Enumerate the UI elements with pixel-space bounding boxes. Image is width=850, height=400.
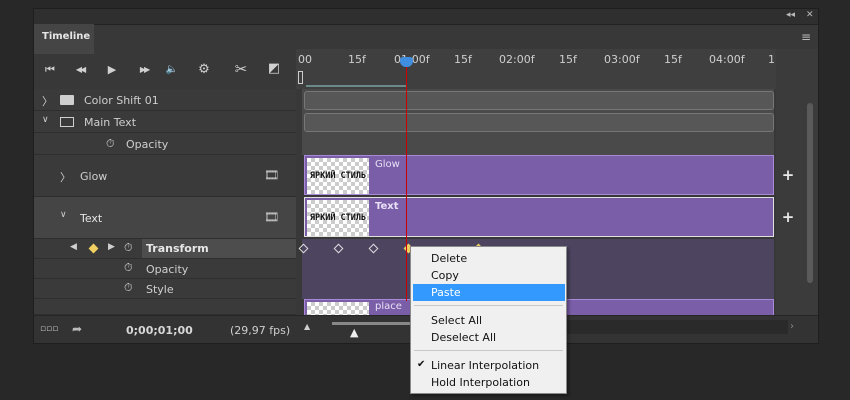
- property-name: Style: [146, 283, 174, 296]
- frame-rate: (29,97 fps): [230, 324, 291, 337]
- zoom-out-icon[interactable]: ▲: [304, 322, 310, 331]
- track-lane: [302, 133, 774, 155]
- ruler-tick: 00: [298, 53, 312, 66]
- stopwatch-icon[interactable]: ⏱: [124, 241, 133, 255]
- menu-item-hold-interpolation[interactable]: Hold Interpolation: [411, 374, 566, 391]
- clip-text[interactable]: ЯРКИЙ СТИЛЬ Text: [304, 197, 774, 237]
- frames-view-icon[interactable]: ▫▫▫: [40, 324, 58, 334]
- split-scissors-icon[interactable]: ✂: [231, 60, 251, 78]
- play-button[interactable]: ▶: [102, 61, 122, 79]
- next-keyframe-icon[interactable]: ▶: [108, 242, 115, 252]
- group-bar-main-text[interactable]: [304, 113, 774, 132]
- layer-row-color-shift[interactable]: 〉 Color Shift 01: [34, 89, 296, 111]
- folder-icon: [60, 95, 74, 105]
- transition-icon[interactable]: ◩: [264, 60, 284, 78]
- playhead-line[interactable]: [406, 61, 407, 301]
- clip-thumbnail: ЯРКИЙ СТИЛЬ: [307, 200, 369, 236]
- folder-open-icon: [60, 117, 74, 127]
- menu-item-delete[interactable]: Delete: [411, 250, 566, 267]
- clip-label: Text: [375, 201, 399, 212]
- vertical-scrollbar[interactable]: [807, 103, 813, 283]
- layer-row-glow[interactable]: 〉 Glow 🎞: [34, 155, 296, 197]
- clip-thumbnail: ЯРКИЙ СТИЛЬ: [307, 158, 369, 194]
- stopwatch-icon[interactable]: ⏱: [124, 261, 133, 275]
- settings-gear-icon[interactable]: ⚙: [194, 61, 214, 79]
- add-keyframe-icon[interactable]: [88, 243, 99, 254]
- menu-separator: [414, 305, 563, 306]
- current-timecode[interactable]: 0;00;01;00: [126, 324, 193, 337]
- menu-item-copy[interactable]: Copy: [411, 267, 566, 284]
- film-icon[interactable]: 🎞: [264, 210, 279, 224]
- property-row-opacity[interactable]: ⏱ Opacity: [34, 133, 296, 155]
- add-media-button[interactable]: +: [780, 167, 796, 183]
- horizontal-scrollbar[interactable]: [558, 320, 788, 334]
- render-video-icon[interactable]: ➦: [72, 322, 82, 336]
- clip-thumbnail: [307, 302, 369, 316]
- ruler-tick: 15f: [664, 53, 682, 66]
- time-ruler[interactable]: 00 15f 01:00f 15f 02:00f 15f 03:00f 15f …: [296, 49, 776, 89]
- film-icon[interactable]: 🎞: [264, 168, 279, 182]
- clip-label: place: [375, 301, 402, 312]
- prev-keyframe-icon[interactable]: ◀: [70, 242, 77, 252]
- ruler-tick: 15f: [559, 53, 577, 66]
- ruler-tick: 03:00f: [604, 53, 640, 66]
- property-row-style[interactable]: ⏱ Style: [34, 279, 296, 299]
- ruler-tick: 02:00f: [499, 53, 535, 66]
- expand-chevron-icon[interactable]: 〉: [42, 93, 53, 109]
- layer-name: Text: [80, 212, 103, 225]
- ruler-tick: 15f: [348, 53, 366, 66]
- context-menu: Delete Copy Paste Select All Deselect Al…: [410, 246, 567, 394]
- clip-glow[interactable]: ЯРКИЙ СТИЛЬ Glow: [304, 155, 774, 195]
- menu-item-linear-interpolation[interactable]: Linear Interpolation: [411, 357, 566, 374]
- ruler-tick: 1: [768, 53, 775, 66]
- stopwatch-icon[interactable]: ⏱: [124, 281, 133, 295]
- ruler-tick: 04:00f: [709, 53, 745, 66]
- collapse-panel-button[interactable]: ◂◂: [786, 10, 795, 20]
- group-bar-color-shift[interactable]: [304, 91, 774, 110]
- menu-item-deselect-all[interactable]: Deselect All: [411, 329, 566, 346]
- work-area-bar[interactable]: [306, 85, 406, 87]
- add-media-button[interactable]: +: [780, 209, 796, 225]
- property-name: Opacity: [146, 263, 189, 276]
- property-name: Opacity: [126, 138, 169, 151]
- tab-timeline[interactable]: Timeline: [34, 24, 94, 54]
- close-panel-button[interactable]: ✕: [806, 10, 814, 20]
- layer-name: Main Text: [84, 116, 137, 129]
- audio-button[interactable]: 🔈: [162, 61, 182, 79]
- panel-title-strip: ◂◂ ✕: [34, 9, 818, 25]
- property-name: Transform: [142, 239, 296, 258]
- collapse-chevron-icon[interactable]: ∨: [60, 210, 67, 220]
- zoom-slider-thumb[interactable]: ▲: [350, 326, 358, 339]
- layer-name: Color Shift 01: [84, 94, 159, 107]
- property-row-transform[interactable]: ◀ ▶ ⏱ Transform: [34, 239, 296, 259]
- scroll-right-icon[interactable]: ›: [790, 321, 794, 332]
- ruler-tick: 15f: [454, 53, 472, 66]
- prev-frame-button[interactable]: ◀◀: [70, 61, 90, 79]
- first-frame-button[interactable]: ⏮: [40, 61, 60, 79]
- clip-label: Glow: [375, 159, 400, 170]
- menu-separator: [414, 350, 563, 351]
- menu-item-paste[interactable]: Paste: [413, 284, 565, 301]
- menu-item-select-all[interactable]: Select All: [411, 312, 566, 329]
- zoom-slider-track[interactable]: [332, 322, 412, 325]
- work-area-start-handle[interactable]: [298, 71, 303, 84]
- collapse-chevron-icon[interactable]: ∨: [42, 115, 49, 125]
- layer-row-main-text[interactable]: ∨ Main Text: [34, 111, 296, 133]
- layer-name: Glow: [80, 170, 108, 183]
- layer-row-partial[interactable]: [34, 299, 296, 315]
- property-row-opacity-2[interactable]: ⏱ Opacity: [34, 259, 296, 279]
- next-frame-button[interactable]: ▶▶: [134, 61, 154, 79]
- stopwatch-icon[interactable]: ⏱: [106, 137, 115, 151]
- layer-row-text[interactable]: ∨ Text 🎞: [34, 197, 296, 239]
- expand-chevron-icon[interactable]: 〉: [60, 169, 71, 185]
- panel-menu-button[interactable]: ≡: [801, 30, 811, 44]
